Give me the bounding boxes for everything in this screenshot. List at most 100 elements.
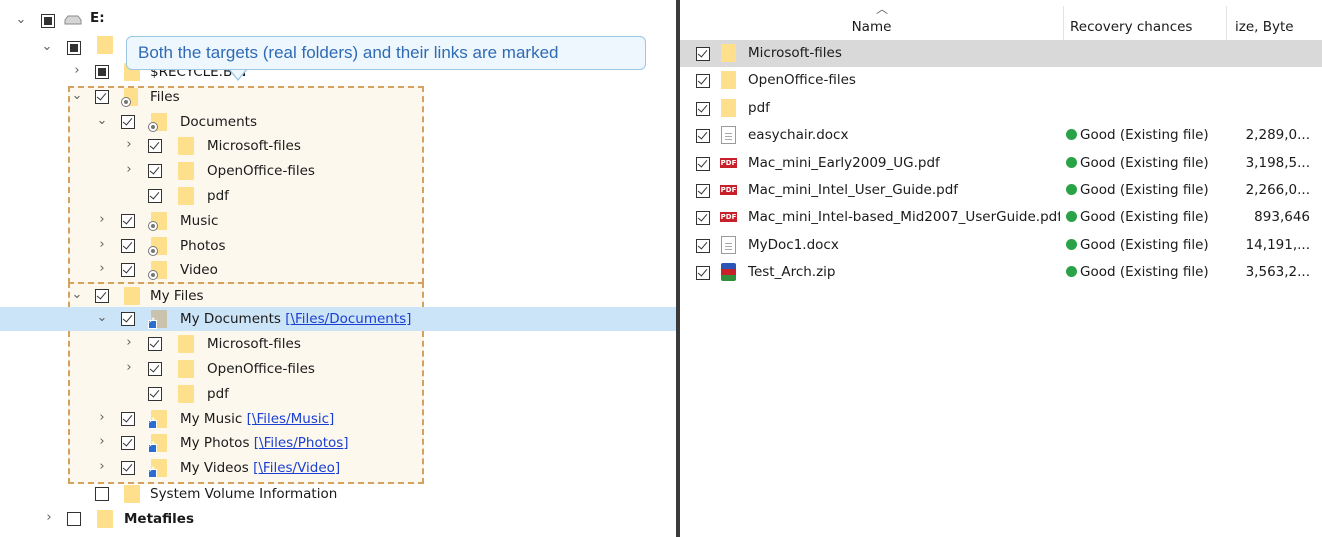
- tree-checkbox[interactable]: [148, 337, 162, 351]
- tree-checkbox[interactable]: [148, 387, 162, 401]
- tree-row-pdf[interactable]: pdf: [0, 184, 676, 208]
- chevron-right-icon[interactable]: ›: [95, 212, 109, 228]
- tree-checkbox[interactable]: [67, 41, 81, 55]
- tree-checkbox[interactable]: [41, 14, 55, 28]
- file-row[interactable]: Microsoft-files: [680, 40, 1322, 67]
- tree-row-my-music[interactable]: › My Music [\Files/Music]: [0, 407, 676, 431]
- tree-checkbox[interactable]: [67, 512, 81, 526]
- link-target[interactable]: [\Files/Documents]: [285, 311, 411, 327]
- tree-row-music[interactable]: › Music: [0, 209, 676, 233]
- tree-checkbox[interactable]: [148, 164, 162, 178]
- tree-checkbox[interactable]: [121, 263, 135, 277]
- file-checkbox[interactable]: [696, 238, 710, 253]
- chevron-down-icon[interactable]: ⌄: [70, 88, 84, 104]
- file-checkbox[interactable]: [696, 47, 710, 61]
- pdf-badge: PDF: [720, 212, 737, 223]
- tree-row-photos[interactable]: › Photos: [0, 234, 676, 258]
- tree-checkbox[interactable]: [148, 139, 162, 153]
- tree-row-my-photos[interactable]: › My Photos [\Files/Photos]: [0, 431, 676, 455]
- file-name: Mac_mini_Early2009_UG.pdf: [748, 154, 940, 171]
- file-row[interactable]: pdf: [680, 95, 1322, 122]
- folder-icon: [178, 137, 194, 155]
- chevron-right-icon[interactable]: ›: [95, 237, 109, 253]
- tree-row-my-documents[interactable]: ⌄ My Documents [\Files/Documents]: [0, 307, 676, 331]
- tree-label: Microsoft-files: [207, 138, 301, 154]
- tree-checkbox[interactable]: [148, 362, 162, 376]
- tree-label: My Files: [150, 288, 204, 304]
- chevron-down-icon[interactable]: ⌄: [95, 310, 109, 326]
- folder-icon: [124, 287, 140, 305]
- file-checkbox[interactable]: [696, 211, 710, 226]
- link-target[interactable]: [\Files/Music]: [247, 411, 335, 427]
- chevron-right-icon[interactable]: ›: [122, 137, 136, 153]
- tree-checkbox[interactable]: [121, 436, 135, 450]
- chevron-right-icon[interactable]: ›: [95, 410, 109, 426]
- shortcut-badge-icon: [148, 465, 157, 478]
- chevron-right-icon[interactable]: ›: [122, 360, 136, 376]
- file-checkbox[interactable]: [696, 266, 710, 281]
- file-size: 893,646: [1254, 209, 1310, 226]
- tree-row-video[interactable]: › Video: [0, 258, 676, 282]
- status-dot-icon: [1066, 184, 1077, 195]
- file-row[interactable]: OpenOffice-files: [680, 67, 1322, 94]
- tree-checkbox[interactable]: [95, 65, 109, 79]
- tree-label-text: My Photos: [180, 435, 250, 451]
- tree-label-text: My Documents: [180, 311, 281, 327]
- chevron-down-icon[interactable]: ⌄: [95, 113, 109, 129]
- tree-checkbox[interactable]: [95, 90, 109, 104]
- chevron-down-icon[interactable]: ⌄: [40, 39, 54, 55]
- chevron-down-icon[interactable]: ⌄: [14, 12, 28, 28]
- chevron-right-icon[interactable]: ›: [122, 335, 136, 351]
- tree-row-my-videos[interactable]: › My Videos [\Files/Video]: [0, 456, 676, 480]
- file-checkbox[interactable]: [696, 101, 710, 116]
- column-header-size[interactable]: ize, Byte: [1227, 0, 1322, 42]
- chevron-right-icon[interactable]: ›: [70, 63, 84, 79]
- chevron-right-icon[interactable]: ›: [95, 459, 109, 475]
- file-row[interactable]: Test_Arch.zip Good (Existing file) 3,563,2…: [680, 259, 1322, 286]
- tree-checkbox[interactable]: [121, 239, 135, 253]
- tree-row-my-files[interactable]: ⌄ My Files: [0, 284, 676, 308]
- file-row[interactable]: easychair.docx Good (Existing file) 2,289,…: [680, 122, 1322, 149]
- column-header-recovery[interactable]: Recovery chances: [1064, 0, 1219, 42]
- tree-row-metafiles[interactable]: › Metafiles: [0, 507, 676, 531]
- chevron-down-icon[interactable]: ⌄: [70, 287, 84, 303]
- tree-row-system-volume-information[interactable]: System Volume Information: [0, 482, 676, 506]
- status-dot-icon: [1066, 156, 1077, 168]
- tree-row-microsoft-files[interactable]: › Microsoft-files: [0, 134, 676, 158]
- tree-row-drive[interactable]: ⌄ E:: [0, 9, 676, 33]
- tree-checkbox[interactable]: [121, 115, 135, 129]
- tree-row-my-openoffice-files[interactable]: › OpenOffice-files: [0, 357, 676, 381]
- chevron-right-icon[interactable]: ›: [95, 434, 109, 450]
- tree-label: E:: [90, 10, 105, 26]
- link-target[interactable]: [\Files/Photos]: [254, 435, 349, 451]
- tree-checkbox[interactable]: [121, 412, 135, 426]
- chevron-right-icon[interactable]: ›: [42, 510, 56, 526]
- file-row[interactable]: PDF Mac_mini_Intel_User_Guide.pdf Good (Ex…: [680, 177, 1322, 204]
- file-checkbox[interactable]: [696, 74, 710, 89]
- tree-row-files[interactable]: ⌄ Files: [0, 85, 676, 109]
- file-row[interactable]: PDF Mac_mini_Intel-based_Mid2007_UserGuid…: [680, 204, 1322, 231]
- tree-checkbox[interactable]: [95, 289, 109, 303]
- file-checkbox[interactable]: [696, 129, 710, 144]
- tree-checkbox[interactable]: [121, 461, 135, 475]
- file-checkbox[interactable]: [696, 156, 710, 171]
- tree-row-my-pdf[interactable]: pdf: [0, 382, 676, 406]
- tree-checkbox[interactable]: [95, 487, 109, 501]
- tree-checkbox[interactable]: [121, 312, 135, 326]
- tree-checkbox[interactable]: [148, 189, 162, 203]
- link-target[interactable]: [\Files/Video]: [253, 460, 340, 476]
- recovery-chance: Good (Existing file): [1066, 181, 1224, 199]
- chevron-right-icon[interactable]: ›: [95, 261, 109, 277]
- chevron-right-icon[interactable]: ›: [122, 162, 136, 178]
- tree-row-openoffice-files[interactable]: › OpenOffice-files: [0, 159, 676, 183]
- drive-icon: [64, 15, 82, 25]
- column-header-name[interactable]: Name: [680, 0, 1063, 42]
- file-row[interactable]: MyDoc1.docx Good (Existing file) 14,191,..…: [680, 232, 1322, 259]
- file-checkbox[interactable]: [696, 184, 710, 198]
- tree-checkbox[interactable]: [121, 214, 135, 228]
- status-dot-icon: [1066, 129, 1077, 141]
- folder-icon: [97, 510, 113, 528]
- file-row[interactable]: PDF Mac_mini_Early2009_UG.pdf Good (Existi…: [680, 150, 1322, 177]
- tree-row-documents[interactable]: ⌄ Documents: [0, 110, 676, 134]
- tree-row-my-microsoft-files[interactable]: › Microsoft-files: [0, 332, 676, 356]
